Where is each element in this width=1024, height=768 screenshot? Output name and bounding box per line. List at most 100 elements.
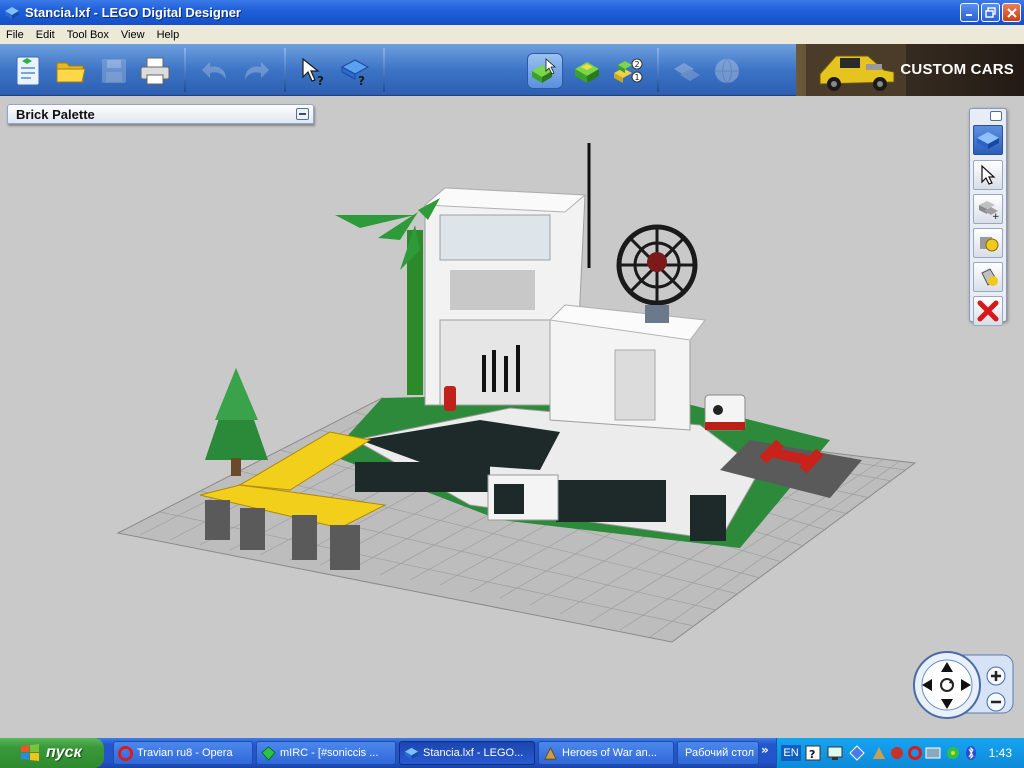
- restore-icon: [985, 7, 996, 18]
- building-guide-icon: 2 1: [614, 58, 643, 83]
- brick-help-button[interactable]: ?: [337, 53, 373, 89]
- brick-tool-button[interactable]: [973, 125, 1003, 155]
- camera-navigation-control: [913, 650, 1017, 720]
- monitor-tray-icon[interactable]: [827, 745, 843, 761]
- radar-dish: [616, 224, 698, 323]
- menu-help[interactable]: Help: [151, 29, 186, 41]
- brick-icon: [977, 132, 999, 149]
- task-label: Рабочий стол: [685, 747, 755, 759]
- brick-palette-title: Brick Palette: [16, 107, 95, 122]
- svg-text:1: 1: [635, 73, 640, 82]
- mirc-icon: [261, 745, 276, 761]
- svg-text:2: 2: [635, 60, 640, 69]
- svg-text:?: ?: [809, 748, 815, 761]
- hinge-icon: [980, 237, 999, 252]
- bluetooth-tray-icon[interactable]: [963, 745, 979, 761]
- paint-tool-button[interactable]: [973, 262, 1003, 292]
- pine-tree: [205, 368, 268, 476]
- palette-expand-button[interactable]: [296, 108, 309, 120]
- menu-view[interactable]: View: [115, 29, 151, 41]
- share-bricks-icon: [674, 63, 700, 81]
- task-desktop[interactable]: Рабочий стол: [677, 741, 759, 765]
- view-mode-icon: [575, 62, 599, 83]
- task-label: Travian ru8 - Opera: [137, 747, 233, 759]
- printer-icon: [140, 57, 170, 85]
- clone-tool-button[interactable]: +: [973, 194, 1003, 224]
- minimize-button[interactable]: [960, 3, 979, 22]
- clock[interactable]: 1:43: [989, 746, 1012, 760]
- save-button[interactable]: [96, 53, 132, 89]
- save-disk-icon: [102, 59, 126, 83]
- menu-toolbox[interactable]: Tool Box: [61, 29, 115, 41]
- restore-button[interactable]: [981, 3, 1000, 22]
- menu-bar: File Edit Tool Box View Help: [0, 25, 1024, 44]
- share-button[interactable]: [668, 53, 704, 89]
- instructions-mode-button[interactable]: 2 1: [610, 53, 646, 89]
- banner-label: CUSTOM CARS: [900, 61, 1014, 78]
- main-toolbar: ? ? 2 1 CUSTOM CARS: [0, 44, 1024, 96]
- online-gallery-button[interactable]: [709, 53, 745, 89]
- task-lego-designer[interactable]: Stancia.lxf - LEGO...: [399, 741, 535, 765]
- custom-cars-banner[interactable]: CUSTOM CARS: [796, 44, 1024, 96]
- svg-text:+: +: [992, 212, 1000, 220]
- taskbar-overflow-button[interactable]: »: [761, 743, 773, 763]
- globe-icon: [715, 58, 739, 84]
- display-tray-icon[interactable]: [925, 745, 941, 761]
- undo-button[interactable]: [197, 53, 233, 89]
- task-label: Heroes of War an...: [562, 747, 657, 759]
- open-folder-button[interactable]: [53, 53, 89, 89]
- redo-button[interactable]: [238, 53, 274, 89]
- task-label: mIRC - [#soniccis ...: [280, 747, 379, 759]
- toolbox-panel: +: [969, 108, 1007, 326]
- rotate-down-icon[interactable]: [941, 699, 953, 709]
- help-tray-icon[interactable]: ?: [805, 745, 821, 761]
- help-pointer-button[interactable]: ?: [295, 53, 331, 89]
- lego-model-canvas[interactable]: [0, 97, 1024, 738]
- new-file-icon: [16, 56, 40, 86]
- task-opera[interactable]: Travian ru8 - Opera: [113, 741, 253, 765]
- front-black-wall-left: [355, 462, 490, 492]
- close-icon: [1006, 7, 1017, 18]
- audio-tray-icon[interactable]: [889, 745, 905, 761]
- zoom-in-icon[interactable]: [986, 666, 1006, 686]
- rotate-right-icon[interactable]: [961, 679, 971, 691]
- delete-tool-button[interactable]: [973, 296, 1003, 326]
- truck-image: [806, 44, 906, 96]
- select-tool-button[interactable]: [973, 160, 1003, 190]
- new-file-button[interactable]: [10, 53, 46, 89]
- language-indicator[interactable]: EN: [781, 745, 801, 761]
- game-tray-icon[interactable]: [871, 745, 887, 761]
- lego-app-icon: [5, 6, 19, 19]
- lego-icon: [404, 747, 419, 759]
- menu-edit[interactable]: Edit: [30, 29, 61, 41]
- svg-text:?: ?: [358, 74, 365, 87]
- rotate-up-icon[interactable]: [941, 662, 953, 672]
- network-tray-icon[interactable]: [849, 745, 865, 761]
- build-workspace[interactable]: Brick Palette +: [0, 97, 1024, 738]
- system-tray: EN ? 1:43: [776, 738, 1024, 768]
- reset-view-icon[interactable]: [939, 677, 955, 693]
- task-mirc[interactable]: mIRC - [#soniccis ...: [256, 741, 396, 765]
- redo-arrow-icon: [245, 62, 269, 79]
- rotate-left-icon[interactable]: [922, 679, 932, 691]
- heroes-icon: [544, 746, 557, 760]
- close-button[interactable]: [1002, 3, 1021, 22]
- minimize-icon: [966, 14, 972, 16]
- icq-tray-icon[interactable]: [945, 745, 961, 761]
- shelf: [450, 270, 535, 310]
- front-black-wall-right: [556, 480, 666, 522]
- zoom-out-icon[interactable]: [986, 692, 1006, 712]
- window-frame: [439, 214, 551, 261]
- menu-file[interactable]: File: [0, 29, 30, 41]
- task-heroes-of-war[interactable]: Heroes of War an...: [538, 741, 674, 765]
- start-button[interactable]: пуск: [0, 738, 104, 768]
- hinge-tool-button[interactable]: [973, 228, 1003, 258]
- print-button[interactable]: [137, 53, 173, 89]
- toolbox-minimize-button[interactable]: [990, 111, 1002, 121]
- palm-tree: [335, 198, 440, 395]
- clone-bricks-icon: +: [979, 201, 1000, 220]
- view-mode-button[interactable]: [569, 53, 605, 89]
- build-mode-button[interactable]: [527, 53, 563, 89]
- opera-tray-icon[interactable]: [907, 745, 923, 761]
- brick-palette-panel: Brick Palette: [7, 104, 314, 124]
